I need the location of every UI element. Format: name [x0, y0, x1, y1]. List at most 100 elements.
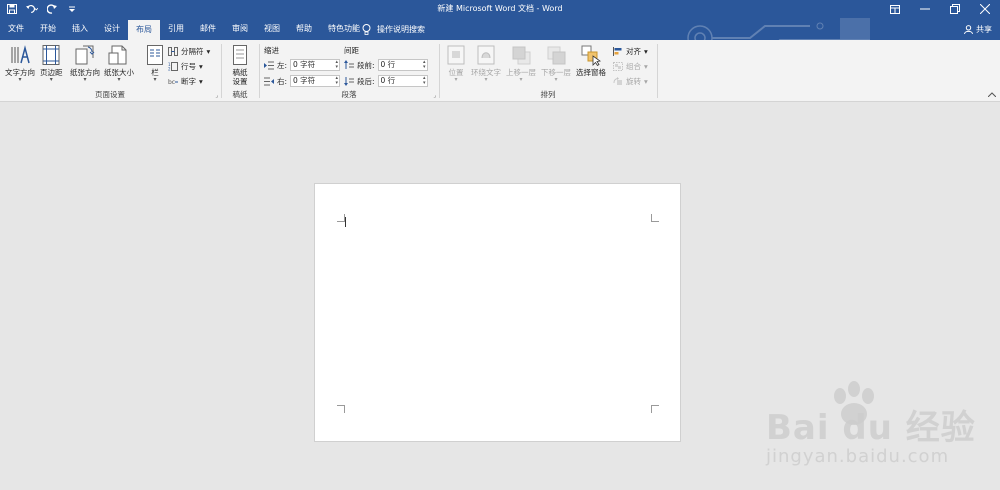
dialog-launcher-icon[interactable]: ⌟: [215, 92, 218, 99]
tab-view[interactable]: 视图: [256, 18, 288, 40]
tell-me-label: 操作说明搜索: [377, 24, 425, 34]
person-icon: [964, 24, 973, 34]
tab-review[interactable]: 审阅: [224, 18, 256, 40]
draft-settings-label-1: 稿纸: [232, 68, 248, 77]
text-direction-button[interactable]: 文字方向 ▾: [5, 44, 35, 83]
spacing-before-input[interactable]: 0 行 ▴ ▾: [377, 59, 428, 71]
margins-button[interactable]: 页边距 ▾: [40, 44, 63, 83]
group-label-page-setup: 页面设置: [95, 90, 125, 99]
bring-forward-icon: [510, 44, 532, 66]
ribbon-tabs: 文件 开始 插入 设计 布局 引用 邮件 审阅 视图 帮助 特色功能: [0, 18, 368, 40]
tell-me-search[interactable]: 操作说明搜索: [362, 18, 425, 40]
indent-right-input[interactable]: 0 字符 ▴ ▾: [290, 75, 341, 87]
chevron-down-icon: ▾: [484, 76, 488, 83]
align-button[interactable]: 对齐 ▾: [613, 46, 648, 57]
ribbon-tab-bar: 文件 开始 插入 设计 布局 引用 邮件 审阅 视图 帮助 特色功能 操作说明搜…: [0, 18, 1000, 51]
minimize-icon[interactable]: [910, 0, 940, 18]
hyphenation-label: 断字: [181, 77, 196, 86]
size-button[interactable]: 纸张大小 ▾: [104, 44, 134, 83]
restore-icon[interactable]: [940, 0, 970, 18]
indent-left-label: 左:: [277, 60, 288, 70]
tab-references[interactable]: 引用: [160, 18, 192, 40]
chevron-down-icon: ▾: [519, 76, 523, 83]
draft-settings-button[interactable]: 稿纸 设置: [229, 44, 251, 86]
indent-right-row: 右: 0 字符 ▴ ▾: [264, 75, 341, 87]
margins-icon: [40, 44, 62, 66]
spacing-before-value: 0 行: [380, 60, 396, 69]
spacing-before-row: 段前: 0 行 ▴ ▾: [344, 59, 428, 71]
columns-button[interactable]: 栏 ▾: [144, 44, 166, 83]
selection-pane-icon: [580, 44, 602, 66]
spacing-after-row: 段后: 0 行 ▴ ▾: [344, 75, 428, 87]
tab-layout[interactable]: 布局: [128, 20, 160, 40]
spinner-arrows-icon[interactable]: ▴ ▾: [336, 60, 339, 70]
rotate-label: 旋转: [626, 77, 641, 86]
group-arrange: 位置 ▾ 环绕文字 ▾ 上移一层 ▾ 下移一层 ▾ 选择窗格 对齐 ▾ 组合 ▾…: [440, 42, 656, 100]
group-separator: [657, 44, 658, 98]
share-label: 共享: [976, 24, 992, 34]
ribbon-display-options-icon[interactable]: [880, 0, 910, 18]
selection-pane-button[interactable]: 选择窗格: [576, 44, 606, 77]
collapse-ribbon-icon[interactable]: [987, 90, 997, 99]
close-icon[interactable]: [970, 0, 1000, 18]
crop-mark-top-right: [651, 214, 659, 222]
window-controls: [880, 0, 1000, 18]
spacing-after-icon: [344, 77, 354, 86]
tab-design[interactable]: 设计: [96, 18, 128, 40]
spacing-after-label: 段后:: [357, 76, 375, 86]
line-numbers-button[interactable]: 12 行号 ▾: [168, 61, 203, 72]
position-button[interactable]: 位置 ▾: [445, 44, 467, 83]
indent-left-row: 左: 0 字符 ▴ ▾: [264, 59, 341, 71]
breaks-label: 分隔符: [181, 47, 204, 56]
spacing-before-label: 段前:: [357, 60, 375, 70]
wrap-text-button[interactable]: 环绕文字 ▾: [471, 44, 501, 83]
tab-special-features[interactable]: 特色功能: [320, 18, 368, 40]
draft-paper-icon: [229, 44, 251, 66]
tab-insert[interactable]: 插入: [64, 18, 96, 40]
bring-forward-button[interactable]: 上移一层 ▾: [506, 44, 536, 83]
spinner-arrows-icon[interactable]: ▴ ▾: [336, 76, 339, 86]
indent-left-icon: [264, 61, 274, 69]
chevron-down-icon: ▾: [199, 77, 203, 86]
chevron-down-icon: ▾: [644, 47, 648, 56]
group-objects-label: 组合: [626, 62, 641, 71]
share-button[interactable]: 共享: [964, 18, 992, 40]
dialog-launcher-icon[interactable]: ⌟: [433, 92, 436, 99]
spinner-arrows-icon[interactable]: ▴ ▾: [423, 60, 426, 70]
tab-home[interactable]: 开始: [32, 18, 64, 40]
tab-mailings[interactable]: 邮件: [192, 18, 224, 40]
chevron-down-icon: ▾: [83, 76, 87, 83]
spacing-after-input[interactable]: 0 行 ▴ ▾: [377, 75, 428, 87]
text-cursor: [345, 217, 346, 227]
spacing-title: 间距: [344, 46, 359, 55]
indent-right-label: 右:: [277, 76, 288, 86]
spinner-arrows-icon[interactable]: ▴ ▾: [423, 76, 426, 86]
title-bar: 新建 Microsoft Word 文档 - Word: [0, 0, 1000, 18]
orientation-button[interactable]: 纸张方向 ▾: [70, 44, 100, 83]
chevron-down-icon: ▾: [49, 76, 53, 83]
svg-text:bc: bc: [168, 79, 175, 86]
ribbon: 文字方向 ▾ 页边距 ▾ 纸张方向 ▾ 纸张大小 ▾ 栏 ▾ 分隔符 ▾ 1 2…: [0, 40, 1000, 102]
svg-text:2: 2: [168, 67, 171, 72]
tab-file[interactable]: 文件: [0, 18, 32, 40]
baidu-watermark: Bai du 经验 jingyan.baidu.com: [766, 380, 996, 480]
tab-help[interactable]: 帮助: [288, 18, 320, 40]
watermark-main-text: Bai du 经验: [766, 408, 976, 448]
rotate-button[interactable]: 旋转 ▾: [613, 76, 648, 87]
indent-left-input[interactable]: 0 字符 ▴ ▾: [290, 59, 341, 71]
paper-size-icon: [108, 44, 130, 66]
document-page[interactable]: [314, 183, 681, 442]
chevron-down-icon: ▾: [644, 77, 648, 86]
group-objects-button[interactable]: 组合 ▾: [613, 61, 648, 72]
hyphenation-button[interactable]: bc 断字 ▾: [168, 76, 203, 87]
send-backward-button[interactable]: 下移一层 ▾: [541, 44, 571, 83]
align-label: 对齐: [626, 47, 641, 56]
hyphenation-icon: bc: [168, 79, 178, 86]
chevron-down-icon: ▾: [117, 76, 121, 83]
chevron-down-icon: ▾: [153, 76, 157, 83]
breaks-button[interactable]: 分隔符 ▾: [168, 46, 210, 57]
chevron-down-icon: ▾: [18, 76, 22, 83]
wrap-text-icon: [475, 44, 497, 66]
group-label-paragraph: 段落: [341, 90, 357, 99]
columns-icon: [144, 44, 166, 66]
